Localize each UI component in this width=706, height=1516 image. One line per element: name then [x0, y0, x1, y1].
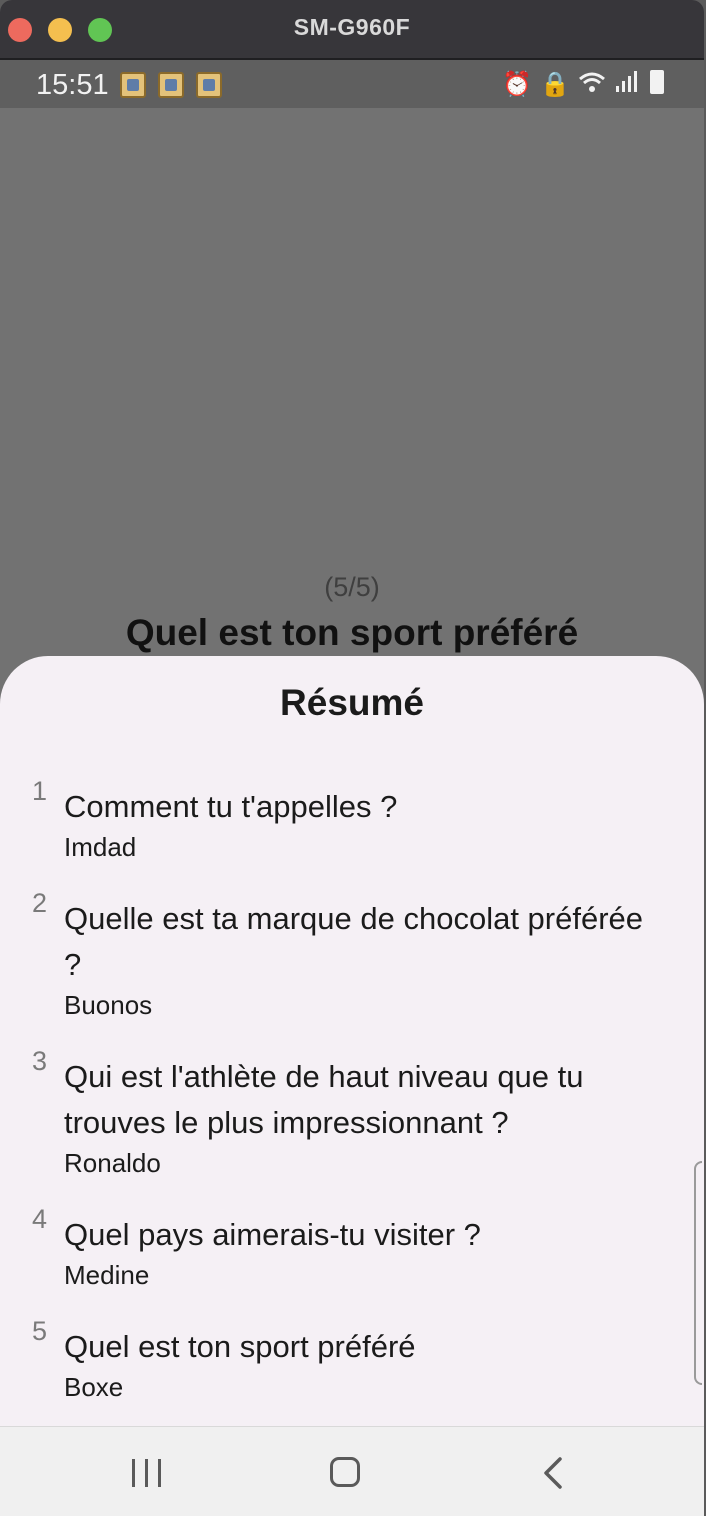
notification-icon: [158, 72, 184, 98]
recents-icon[interactable]: [132, 1459, 162, 1487]
item-question: Quel pays aimerais-tu visiter ?: [64, 1217, 481, 1252]
item-number: 2: [32, 888, 48, 918]
item-number: 3: [32, 1046, 48, 1076]
item-answer: Boxe: [64, 1372, 124, 1402]
item-question: Quel est ton sport préféré: [64, 1329, 416, 1364]
item-question: Comment tu t'appelles ?: [64, 789, 398, 824]
item-answer: Medine: [64, 1260, 150, 1290]
lock-icon: 🔒: [540, 71, 570, 98]
item-question: Qui est l'athlète de haut niveau que tu …: [64, 1059, 584, 1140]
notification-icon: [196, 72, 222, 98]
home-icon[interactable]: [330, 1457, 360, 1487]
signal-icon: [614, 70, 638, 101]
status-bar: 15:51 ⏰ 🔒: [0, 60, 704, 108]
scrollbar[interactable]: [694, 1161, 702, 1385]
android-nav-bar: [0, 1426, 704, 1516]
item-number: 5: [32, 1316, 48, 1346]
wifi-icon: [578, 70, 606, 101]
item-answer: Imdad: [64, 832, 137, 862]
current-question: Quel est ton sport préféré: [125, 612, 579, 653]
item-answer: Buonos: [64, 990, 153, 1020]
item-number: 1: [32, 776, 48, 806]
alarm-icon: ⏰: [502, 71, 533, 98]
item-question: Quelle est ta marque de chocolat préféré…: [64, 901, 644, 982]
summary-title: Résumé: [280, 682, 424, 723]
question-screen: (5/5) Quel est ton sport préféré: [0, 108, 704, 668]
window-title: SM-G960F: [293, 14, 411, 40]
summary-bottom-sheet[interactable]: Résumé 1 Comment tu t'appelles ? Imdad 2…: [0, 656, 704, 1426]
status-time: 15:51: [36, 69, 109, 101]
emulator-window: SM-G960F 15:51 ⏰ 🔒 (5/5) Quel est ton sp…: [0, 0, 704, 1516]
item-number: 4: [32, 1204, 48, 1234]
battery-icon: [650, 70, 664, 94]
item-answer: Ronaldo: [64, 1148, 161, 1178]
notification-icon: [120, 72, 146, 98]
window-titlebar: SM-G960F: [0, 0, 704, 60]
question-counter: (5/5): [324, 572, 380, 602]
back-icon[interactable]: [540, 1457, 570, 1489]
